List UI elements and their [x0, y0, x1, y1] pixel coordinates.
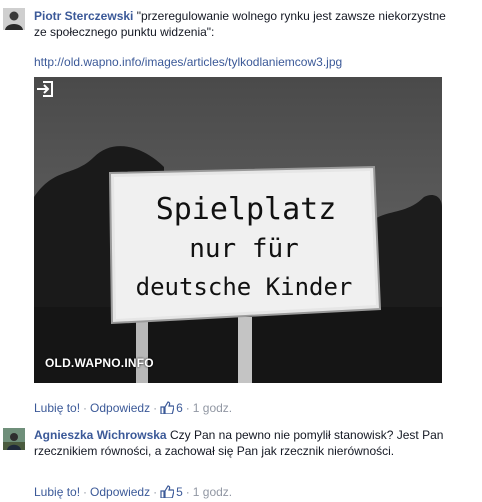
like-link[interactable]: Lubię to! [34, 485, 80, 499]
comment-text: Piotr Sterczewski "przeregulowanie wolne… [34, 8, 446, 40]
separator: · [185, 401, 190, 415]
avatar[interactable] [3, 8, 25, 30]
link-preview-image[interactable]: Spielplatz nur für deutsche Kinder OLD.W… [34, 77, 442, 383]
sign-line: Spielplatz [156, 192, 337, 227]
sign-line: nur für [189, 234, 299, 264]
comment-author[interactable]: Agnieszka Wichrowska [34, 428, 167, 442]
comment-author[interactable]: Piotr Sterczewski [34, 9, 133, 23]
source-watermark: OLD.WAPNO.INFO [45, 356, 154, 370]
timestamp[interactable]: 1 godz. [193, 401, 232, 415]
timestamp[interactable]: 1 godz. [193, 485, 232, 499]
separator: · [185, 485, 190, 499]
thumbs-up-icon [160, 401, 175, 414]
like-link[interactable]: Lubię to! [34, 401, 80, 415]
comment-link[interactable]: http://old.wapno.info/images/articles/ty… [34, 55, 342, 69]
sign-line: deutsche Kinder [136, 273, 353, 301]
comment-text: Agnieszka Wichrowska Czy Pan na pewno ni… [34, 427, 446, 459]
avatar[interactable] [3, 428, 25, 450]
separator: · [83, 485, 88, 499]
reply-link[interactable]: Odpowiedz [90, 485, 150, 499]
like-count[interactable]: 5 [176, 485, 183, 499]
separator: · [153, 401, 158, 415]
comment-actions: Lubię to! · Odpowiedz · 5 · 1 godz. [34, 484, 232, 500]
separator: · [83, 401, 88, 415]
thumbs-up-icon [160, 485, 175, 498]
comment-actions: Lubię to! · Odpowiedz · 6 · 1 godz. [34, 400, 232, 416]
like-count[interactable]: 6 [176, 401, 183, 415]
comment-link-row: http://old.wapno.info/images/articles/ty… [34, 54, 446, 70]
external-link-icon[interactable] [34, 77, 58, 101]
reply-link[interactable]: Odpowiedz [90, 401, 150, 415]
separator: · [153, 485, 158, 499]
sign-photo: Spielplatz nur für deutsche Kinder [34, 77, 442, 383]
